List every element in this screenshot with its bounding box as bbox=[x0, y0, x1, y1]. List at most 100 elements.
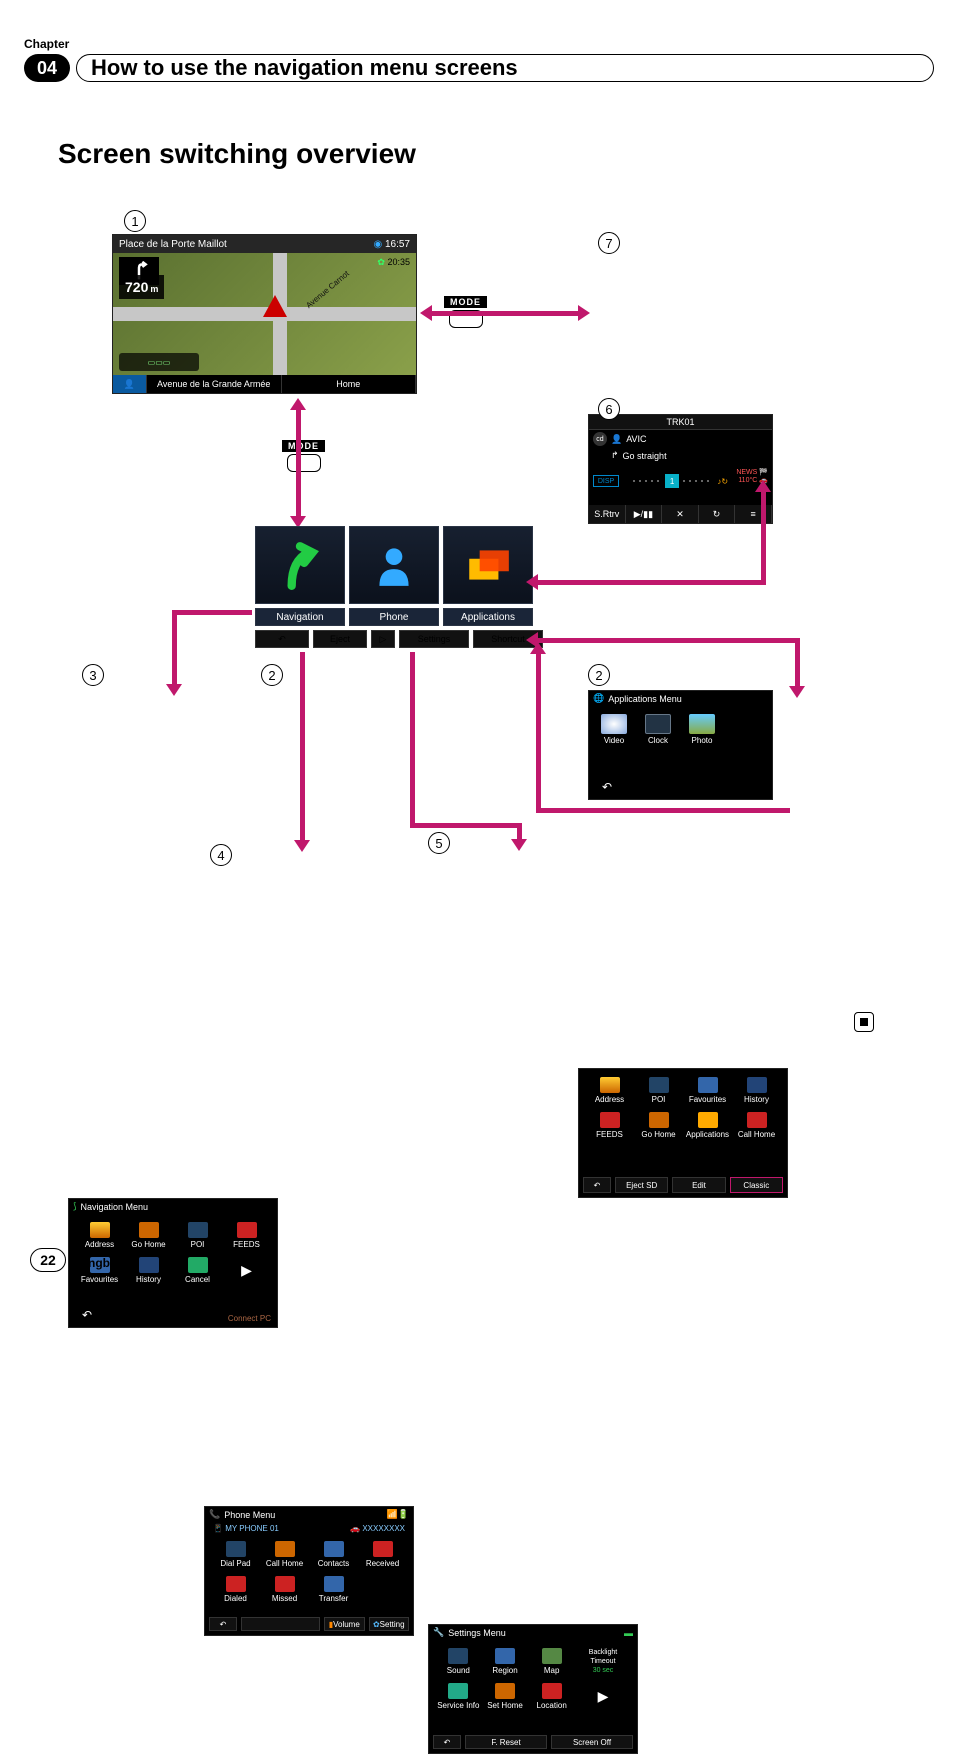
cell-label: Cancel bbox=[185, 1275, 210, 1284]
ph-received[interactable]: Received bbox=[358, 1537, 407, 1572]
app-video[interactable]: Video bbox=[601, 714, 627, 745]
nav-next[interactable]: ▶ bbox=[222, 1253, 271, 1288]
st-backlight[interactable]: Backlight Timeout 30 sec bbox=[575, 1644, 631, 1679]
ph-setting-button[interactable]: ✿ Setting bbox=[369, 1617, 410, 1631]
sc-favourites[interactable]: Favourites bbox=[683, 1073, 732, 1108]
sc-poi[interactable]: POI bbox=[634, 1073, 683, 1108]
cell-label: FEEDS bbox=[596, 1130, 623, 1139]
mode-button-2[interactable]: MODE bbox=[282, 440, 325, 472]
play-pause-button[interactable]: ▶/▮▮ bbox=[626, 505, 663, 523]
ph-callhome[interactable]: Call Home bbox=[260, 1537, 309, 1572]
app-clock[interactable]: Clock bbox=[645, 714, 671, 745]
sc-back-button[interactable]: ↶ bbox=[583, 1177, 611, 1193]
vehicle-cursor-icon bbox=[263, 295, 287, 317]
st-next[interactable]: ▶ bbox=[575, 1679, 631, 1714]
ph-missed[interactable]: Missed bbox=[260, 1572, 309, 1607]
sc-classic-button[interactable]: Classic bbox=[730, 1177, 783, 1193]
eco-meter: ▭▭▭ bbox=[119, 353, 199, 371]
ph-back-button[interactable]: ↶ bbox=[209, 1617, 237, 1631]
battery-icon: ▬ bbox=[624, 1628, 633, 1638]
guidance-icon: ↱ bbox=[611, 450, 619, 461]
cell-label: History bbox=[136, 1275, 161, 1284]
st-side-l2: Timeout bbox=[590, 1657, 615, 1666]
car-icon: 🚗 bbox=[350, 1524, 362, 1533]
tm-back-button[interactable]: ↶ bbox=[255, 630, 309, 648]
sc-feeds[interactable]: FEEDS bbox=[585, 1108, 634, 1143]
srtrv-button[interactable]: S.Rtrv bbox=[589, 505, 626, 523]
ph-transfer[interactable]: Transfer bbox=[309, 1572, 358, 1607]
top-menu-tile-phone[interactable] bbox=[349, 526, 439, 604]
tm-eject-button[interactable]: Eject bbox=[313, 630, 367, 648]
nav-address[interactable]: Address bbox=[75, 1218, 124, 1253]
cell-label: Photo bbox=[692, 736, 713, 745]
device-icon: 📱 bbox=[213, 1524, 225, 1533]
st-region[interactable]: Region bbox=[482, 1644, 529, 1679]
ph-dialpad[interactable]: Dial Pad bbox=[211, 1537, 260, 1572]
tm-play-icon[interactable]: ▷ bbox=[371, 630, 395, 648]
sc-history[interactable]: History bbox=[732, 1073, 781, 1108]
chapter-label: Chapter bbox=[24, 37, 69, 51]
nav-back-button[interactable]: ↶ bbox=[75, 1307, 99, 1323]
nav-history[interactable]: History bbox=[124, 1253, 173, 1288]
nav-gohome[interactable]: Go Home bbox=[124, 1218, 173, 1253]
cell-label: Region bbox=[492, 1666, 517, 1675]
top-menu-tile-navigation[interactable] bbox=[255, 526, 345, 604]
top-menu-screen: Navigation Phone Applications ↶ Eject ▷ … bbox=[255, 526, 533, 648]
sc-applications[interactable]: Applications bbox=[683, 1108, 732, 1143]
ph-dialed[interactable]: Dialed bbox=[211, 1572, 260, 1607]
st-freset-button[interactable]: F. Reset bbox=[465, 1735, 547, 1749]
cell-label: Contacts bbox=[318, 1559, 350, 1568]
st-location[interactable]: Location bbox=[528, 1679, 575, 1714]
cell-label: Received bbox=[366, 1559, 399, 1568]
st-map[interactable]: Map bbox=[528, 1644, 575, 1679]
top-menu-tile-applications[interactable] bbox=[443, 526, 533, 604]
st-sethome[interactable]: Set Home bbox=[482, 1679, 529, 1714]
nav-feeds[interactable]: FEEDS bbox=[222, 1218, 271, 1253]
connect-pc-label[interactable]: Connect PC bbox=[228, 1314, 271, 1323]
route-icon: ⟆ bbox=[73, 1201, 77, 1212]
nav-cancel[interactable]: Cancel bbox=[173, 1253, 222, 1288]
sc-edit-button[interactable]: Edit bbox=[672, 1177, 725, 1193]
cell-label: Address bbox=[595, 1095, 624, 1104]
phone-title: Phone Menu bbox=[224, 1510, 275, 1520]
list-button[interactable]: ≡ bbox=[735, 505, 772, 523]
page-number: 22 bbox=[30, 1248, 66, 1272]
tm-label: Navigation bbox=[255, 608, 345, 626]
shuffle-button[interactable]: ✕ bbox=[662, 505, 699, 523]
callout-2: 2 bbox=[261, 664, 283, 686]
map-menu-icon[interactable]: 👤 bbox=[113, 375, 147, 393]
tm-settings-button[interactable]: Settings bbox=[399, 630, 469, 648]
st-back-button[interactable]: ↶ bbox=[433, 1735, 461, 1749]
repeat-button[interactable]: ↻ bbox=[699, 505, 736, 523]
tm-label: Phone bbox=[349, 608, 439, 626]
callout-1: 1 bbox=[124, 210, 146, 232]
st-screenoff-button[interactable]: Screen Off bbox=[551, 1735, 633, 1749]
sc-ejectsd-button[interactable]: Eject SD bbox=[615, 1177, 668, 1193]
callout-2b: 2 bbox=[588, 664, 610, 686]
back-button[interactable]: ↶ bbox=[595, 779, 619, 795]
sc-gohome[interactable]: Go Home bbox=[634, 1108, 683, 1143]
phone-icon: 📞 bbox=[209, 1509, 220, 1520]
disp-button[interactable]: DISP bbox=[593, 475, 619, 487]
cell-label: Address bbox=[85, 1240, 114, 1249]
map-distance-unit: m bbox=[150, 284, 158, 294]
callout-7: 7 bbox=[598, 232, 620, 254]
ph-volume-button[interactable]: ▮ Volume bbox=[324, 1617, 365, 1631]
map-screen: Place de la Porte Maillot ◉ 16:57 ✿ 20:3… bbox=[112, 234, 417, 394]
st-serviceinfo[interactable]: Service Info bbox=[435, 1679, 482, 1714]
cell-label: Video bbox=[604, 736, 624, 745]
cell-label: Sound bbox=[447, 1666, 470, 1675]
cell-label: Dialed bbox=[224, 1594, 247, 1603]
ph-contacts[interactable]: Contacts bbox=[309, 1537, 358, 1572]
av-track-num: 1 bbox=[665, 474, 679, 488]
nav-poi[interactable]: POI bbox=[173, 1218, 222, 1253]
cell-label: Transfer bbox=[319, 1594, 349, 1603]
note-icon: ♪↻ bbox=[717, 477, 728, 486]
app-photo[interactable]: Photo bbox=[689, 714, 715, 745]
st-sound[interactable]: Sound bbox=[435, 1644, 482, 1679]
cell-label: Applications bbox=[686, 1130, 729, 1139]
home-button[interactable]: Home bbox=[282, 375, 417, 393]
settings-title: Settings Menu bbox=[448, 1628, 506, 1638]
sc-callhome[interactable]: Call Home bbox=[732, 1108, 781, 1143]
sc-address[interactable]: Address bbox=[585, 1073, 634, 1108]
